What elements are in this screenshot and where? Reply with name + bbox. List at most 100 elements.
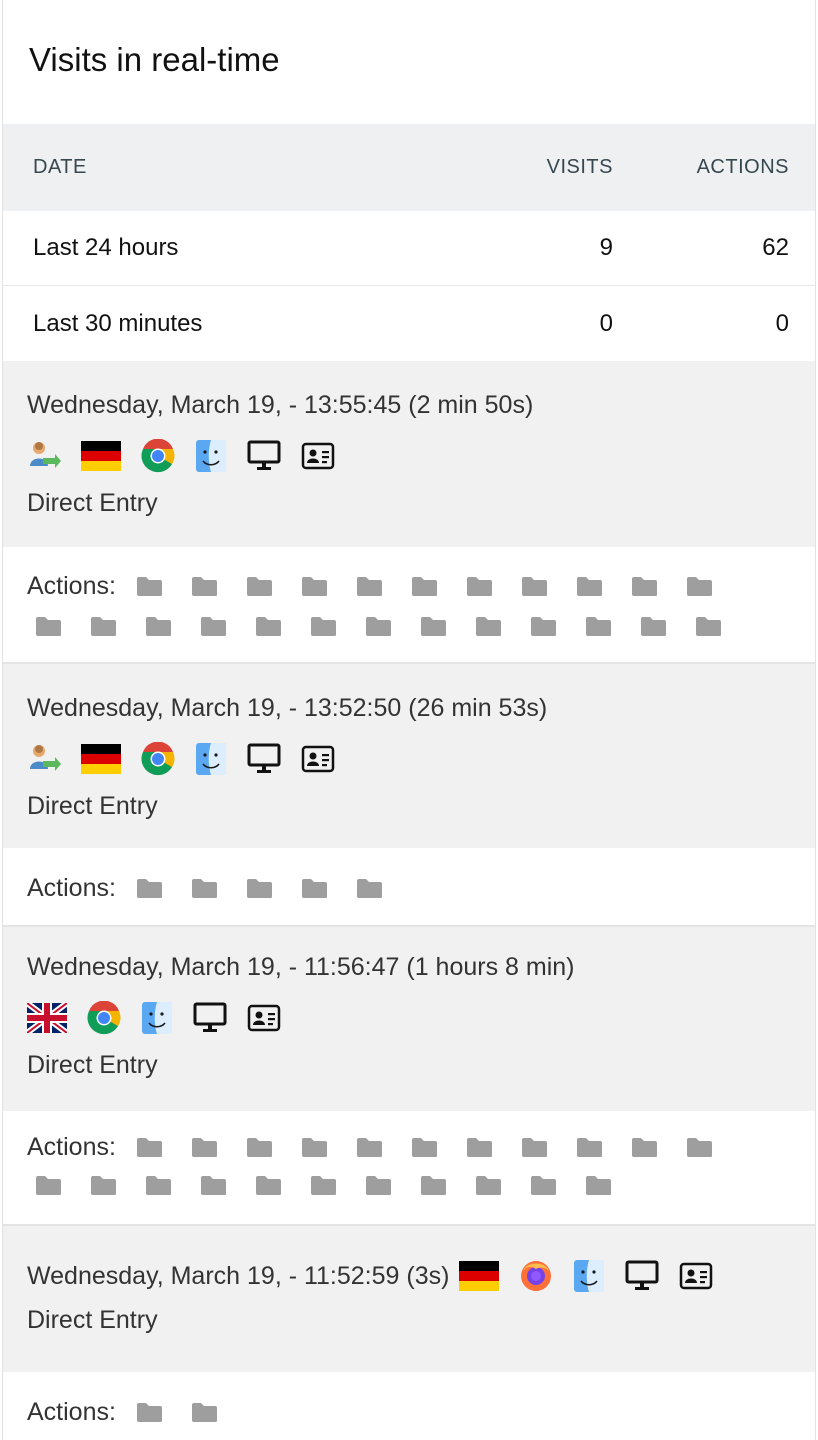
action-folder-icon[interactable] xyxy=(246,878,273,899)
action-folder-icon[interactable] xyxy=(695,616,722,637)
visit-details: Wednesday, March 19, - 11:56:47 (1 hours… xyxy=(3,927,815,1111)
action-folder-icon[interactable] xyxy=(576,576,603,597)
action-folder-icon[interactable] xyxy=(640,616,667,637)
visit-time: Wednesday, March 19, - 11:52:59 (3s) xyxy=(27,1261,450,1290)
action-folder-icon[interactable] xyxy=(365,1175,392,1196)
action-folder-icon[interactable] xyxy=(420,616,447,637)
action-folder-icon[interactable] xyxy=(191,1137,218,1158)
action-folder-icon[interactable] xyxy=(411,576,438,597)
action-folder-icon[interactable] xyxy=(521,1137,548,1158)
action-folder-icon[interactable] xyxy=(301,576,328,597)
desktop-icon xyxy=(625,1260,659,1292)
referrer: Direct Entry xyxy=(27,489,158,517)
actions-line: Actions: xyxy=(27,1393,791,1431)
action-folder-icon[interactable] xyxy=(145,616,172,637)
row-visits: 0 xyxy=(599,309,613,337)
action-folder-icon[interactable] xyxy=(255,616,282,637)
action-folder-icon[interactable] xyxy=(411,1137,438,1158)
action-folder-icon[interactable] xyxy=(301,878,328,899)
germany-flag-icon xyxy=(459,1261,500,1291)
column-header-visits: VISITS xyxy=(546,156,613,178)
visit-icons xyxy=(27,438,791,474)
action-folder-icon[interactable] xyxy=(420,1175,447,1196)
action-folder-icon[interactable] xyxy=(356,878,383,899)
actions-label: Actions: xyxy=(27,571,116,600)
column-header-date: DATE xyxy=(33,156,87,178)
referrer: Direct Entry xyxy=(27,1051,158,1079)
desktop-icon xyxy=(247,743,281,775)
actions-line: Actions: xyxy=(27,567,791,605)
action-folder-icon[interactable] xyxy=(356,576,383,597)
visitor-profile-icon xyxy=(247,1004,281,1032)
visit-details: Wednesday, March 19, - 13:55:45 (2 min 5… xyxy=(3,361,815,547)
action-folder-icon[interactable] xyxy=(90,616,117,637)
widget-title: Visits in real-time xyxy=(29,41,280,78)
action-folder-icon[interactable] xyxy=(145,1175,172,1196)
visit-details: Wednesday, March 19, - 13:52:50 (26 min … xyxy=(3,664,815,848)
visit-icons xyxy=(459,1259,733,1293)
summary-header-row: DATE VISITS ACTIONS xyxy=(3,124,815,211)
visit-actions: Actions: xyxy=(3,1111,815,1226)
chrome-icon xyxy=(141,439,175,473)
desktop-icon xyxy=(193,1002,227,1034)
visit-actions: Actions: xyxy=(3,1372,815,1440)
chrome-icon xyxy=(141,742,175,776)
visit-actions: Actions: xyxy=(3,848,815,927)
actions-line: Actions: xyxy=(27,1128,791,1166)
action-folder-icon[interactable] xyxy=(466,1137,493,1158)
row-actions: 62 xyxy=(762,234,789,261)
action-folder-icon[interactable] xyxy=(310,1175,337,1196)
action-folder-icon[interactable] xyxy=(246,576,273,597)
row-label: Last 30 minutes xyxy=(33,309,203,337)
action-folder-icon[interactable] xyxy=(585,1175,612,1196)
action-folder-icon[interactable] xyxy=(255,1175,282,1196)
macos-finder-icon xyxy=(195,742,227,776)
action-folder-icon[interactable] xyxy=(475,1175,502,1196)
visit-time: Wednesday, March 19, - 13:52:50 (26 min … xyxy=(27,694,548,722)
action-folder-icon[interactable] xyxy=(631,1137,658,1158)
action-folder-icon[interactable] xyxy=(356,1137,383,1158)
visitor-profile-icon xyxy=(679,1262,713,1290)
action-folder-icon[interactable] xyxy=(530,1175,557,1196)
visit-details: Wednesday, March 19, - 11:52:59 (3s) Dir… xyxy=(3,1226,815,1372)
action-folder-icon[interactable] xyxy=(136,1402,163,1423)
returning-visitor-icon xyxy=(27,440,61,472)
action-folder-icon[interactable] xyxy=(200,1175,227,1196)
action-folder-icon[interactable] xyxy=(35,1175,62,1196)
action-folder-icon[interactable] xyxy=(576,1137,603,1158)
referrer: Direct Entry xyxy=(27,1306,158,1334)
action-folder-icon[interactable] xyxy=(301,1137,328,1158)
action-folder-icon[interactable] xyxy=(136,878,163,899)
action-folder-icon[interactable] xyxy=(191,878,218,899)
action-folder-icon[interactable] xyxy=(631,576,658,597)
action-folder-icon[interactable] xyxy=(191,576,218,597)
action-folder-icon[interactable] xyxy=(466,576,493,597)
row-visits: 9 xyxy=(599,234,613,261)
visit-actions: Actions: xyxy=(3,547,815,664)
action-folder-icon[interactable] xyxy=(475,616,502,637)
macos-finder-icon xyxy=(141,1001,173,1035)
action-folder-icon[interactable] xyxy=(530,616,557,637)
column-header-actions: ACTIONS xyxy=(696,156,789,178)
action-folder-icon[interactable] xyxy=(585,616,612,637)
action-folder-icon[interactable] xyxy=(310,616,337,637)
action-folder-icon[interactable] xyxy=(686,1137,713,1158)
referrer: Direct Entry xyxy=(27,792,158,820)
action-folder-icon[interactable] xyxy=(200,616,227,637)
action-folder-icon[interactable] xyxy=(90,1175,117,1196)
visit-time: Wednesday, March 19, - 13:55:45 (2 min 5… xyxy=(27,391,534,419)
table-row: Last 24 hours 9 62 xyxy=(3,211,815,286)
action-folder-icon[interactable] xyxy=(686,576,713,597)
action-folder-icon[interactable] xyxy=(191,1402,218,1423)
action-folder-icon[interactable] xyxy=(35,616,62,637)
table-row: Last 30 minutes 0 0 xyxy=(3,286,815,361)
visit-time: Wednesday, March 19, - 11:56:47 (1 hours… xyxy=(27,953,575,981)
action-folder-icon[interactable] xyxy=(246,1137,273,1158)
action-folder-icon[interactable] xyxy=(136,576,163,597)
action-folder-icon[interactable] xyxy=(136,1137,163,1158)
macos-finder-icon xyxy=(573,1259,605,1293)
row-actions: 0 xyxy=(775,309,789,337)
action-folder-icon[interactable] xyxy=(365,616,392,637)
summary-table: DATE VISITS ACTIONS Last 24 hours 9 62 L… xyxy=(3,124,815,361)
action-folder-icon[interactable] xyxy=(521,576,548,597)
